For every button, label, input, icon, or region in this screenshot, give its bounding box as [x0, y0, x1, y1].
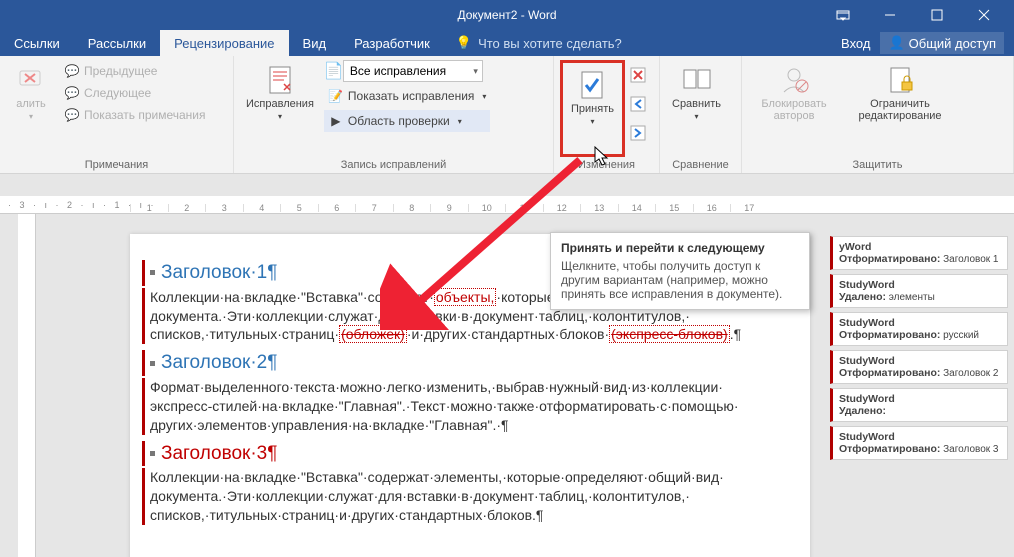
display-for-review-icon: 📄: [324, 61, 340, 81]
paragraph: списков,·титульных·страниц·(обложек)·и·д…: [148, 325, 792, 344]
next-comment-button[interactable]: 💬Следующее: [60, 82, 210, 104]
previous-change-icon[interactable]: [629, 95, 647, 118]
revision-card[interactable]: StudyWordОтформатировано: Заголовок 3: [830, 426, 1008, 460]
tracked-deletion: (экспресс-блоков): [609, 325, 730, 343]
next-change-icon[interactable]: [629, 124, 647, 147]
tab-review[interactable]: Рецензирование: [160, 30, 288, 56]
accept-button[interactable]: Принять ▾: [565, 65, 620, 130]
group-comments: алить ▾ 💬Предыдущее 💬Следующее 💬Показать…: [0, 56, 234, 173]
tracked-deletion: (обложек): [339, 325, 407, 343]
delete-comment-button[interactable]: алить ▾: [6, 60, 56, 157]
tab-references[interactable]: Ссылки: [0, 30, 74, 56]
tooltip-title: Принять и перейти к следующему: [561, 241, 799, 255]
block-authors-button[interactable]: Блокировать авторов: [748, 60, 840, 157]
tell-me-search[interactable]: 💡 Что вы хотите сделать?: [444, 30, 634, 56]
horizontal-ruler[interactable]: · 3 · ı · 2 · ı · 1 · ı · 12345678910111…: [0, 196, 1014, 214]
revision-card[interactable]: StudyWordОтформатировано: Заголовок 2: [830, 350, 1008, 384]
heading-2: Заголовок·2¶: [148, 350, 792, 376]
tell-me-label: Что вы хотите сделать?: [478, 36, 622, 51]
paragraph: экспресс-стилей·на·вкладке·"Главная".·Те…: [148, 397, 792, 416]
reject-icon[interactable]: [629, 66, 647, 89]
paragraph: Коллекции·на·вкладке·"Вставка"·содержат·…: [148, 468, 792, 487]
accept-icon: [576, 69, 608, 101]
revision-card[interactable]: yWordОтформатировано: Заголовок 1: [830, 236, 1008, 270]
reviewing-pane-button[interactable]: ▶Область проверки▾: [324, 110, 491, 132]
signin-link[interactable]: Вход: [841, 36, 870, 51]
track-changes-button[interactable]: Исправления ▾: [240, 60, 320, 157]
window-title: Документ2 - Word: [457, 8, 556, 22]
ribbon: алить ▾ 💬Предыдущее 💬Следующее 💬Показать…: [0, 56, 1014, 174]
block-authors-icon: [778, 64, 810, 96]
minimize-icon[interactable]: [867, 0, 912, 30]
paragraph: других·элементов·управления·на·вкладке·"…: [148, 416, 792, 435]
compare-icon: [681, 64, 713, 96]
reviewing-pane-icon: ▶: [328, 113, 344, 129]
person-icon: 👤: [888, 35, 904, 51]
show-markup-icon: 📝: [328, 88, 344, 104]
compare-button[interactable]: Сравнить ▾: [666, 60, 727, 157]
group-tracking: Исправления ▾ 📄 Все исправления 📝Показат…: [234, 56, 554, 173]
vertical-ruler[interactable]: [18, 214, 36, 557]
restrict-editing-icon: [884, 64, 916, 96]
prev-comment-icon: 💬: [64, 63, 80, 79]
group-protect-label: Защитить: [748, 157, 1007, 171]
tab-developer[interactable]: Разработчик: [340, 30, 444, 56]
ribbon-tabs: Ссылки Рассылки Рецензирование Вид Разра…: [0, 30, 1014, 56]
group-changes-label: Изменения: [560, 157, 653, 171]
document-area: · 3 · ı · 2 · ı · 1 · ı · 12345678910111…: [0, 174, 1014, 557]
show-markup-button[interactable]: 📝Показать исправления▾: [324, 85, 491, 107]
restrict-editing-button[interactable]: Ограничить редактирование: [844, 60, 956, 157]
share-button[interactable]: 👤 Общий доступ: [880, 32, 1004, 54]
previous-comment-button[interactable]: 💬Предыдущее: [60, 60, 210, 82]
next-comment-icon: 💬: [64, 85, 80, 101]
revision-card[interactable]: StudyWordУдалено: элементы: [830, 274, 1008, 308]
group-tracking-label: Запись исправлений: [240, 157, 547, 171]
ribbon-options-icon[interactable]: [820, 0, 865, 30]
close-icon[interactable]: [961, 0, 1006, 30]
tab-mailings[interactable]: Рассылки: [74, 30, 160, 56]
titlebar: Документ2 - Word: [0, 0, 1014, 30]
tracked-insertion: объекты,: [434, 288, 497, 306]
paragraph: документа.·Эти·коллекции·служат·для·вста…: [148, 487, 792, 506]
paragraph: списков,·титульных·страниц·и·других·стан…: [148, 506, 792, 525]
tooltip-body: Щелкните, чтобы получить доступ к другим…: [561, 259, 799, 301]
show-comments-button[interactable]: 💬Показать примечания: [60, 104, 210, 126]
group-compare-label: Сравнение: [666, 157, 735, 171]
paragraph: Формат·выделенного·текста·можно·легко·из…: [148, 378, 792, 397]
heading-3: Заголовок·3¶: [148, 441, 792, 467]
group-protect: Блокировать авторов Ограничить редактиро…: [742, 56, 1014, 173]
maximize-icon[interactable]: [914, 0, 959, 30]
share-label: Общий доступ: [909, 36, 996, 51]
display-for-review-dropdown[interactable]: Все исправления: [343, 60, 483, 82]
show-comments-icon: 💬: [64, 107, 80, 123]
revision-card[interactable]: StudyWordОтформатировано: русский: [830, 312, 1008, 346]
group-comments-label: Примечания: [6, 157, 227, 171]
group-changes: Принять ▾ Изменения: [554, 56, 660, 173]
window-controls: [820, 0, 1006, 30]
revisions-pane: yWordОтформатировано: Заголовок 1 StudyWo…: [830, 236, 1008, 460]
track-changes-icon: [264, 64, 296, 96]
tab-view[interactable]: Вид: [289, 30, 341, 56]
revision-card[interactable]: StudyWordУдалено:: [830, 388, 1008, 422]
group-compare: Сравнить ▾ Сравнение: [660, 56, 742, 173]
tooltip-accept: Принять и перейти к следующему Щелкните,…: [550, 232, 810, 310]
delete-comment-icon: [15, 64, 47, 96]
lightbulb-icon: 💡: [456, 35, 472, 51]
